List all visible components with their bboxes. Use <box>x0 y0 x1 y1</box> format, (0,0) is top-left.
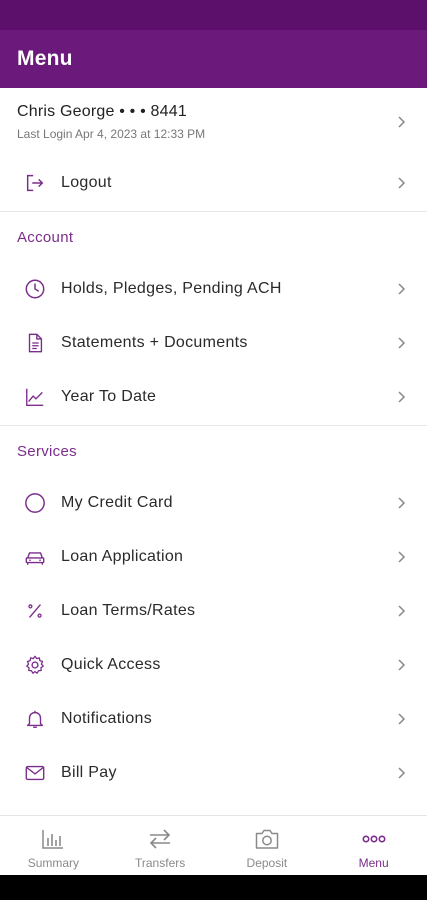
section-title-services: Services <box>17 442 77 460</box>
more-dots-icon <box>362 835 386 843</box>
tab-label: Transfers <box>135 856 186 870</box>
chevron-right-icon <box>395 604 407 618</box>
camera-icon <box>255 829 279 849</box>
menu-item-label: Loan Application <box>61 548 184 565</box>
logout-icon <box>23 171 47 195</box>
chevron-right-icon <box>395 336 407 350</box>
chevron-right-icon <box>395 712 407 726</box>
menu-item-label: My Credit Card <box>61 494 173 511</box>
menu-item-notifications[interactable]: Notifications <box>0 692 427 746</box>
chevron-right-icon <box>395 766 407 780</box>
menu-item-label: Bill Pay <box>61 764 117 781</box>
tab-label: Menu <box>358 856 389 870</box>
menu-item-partial[interactable] <box>0 800 427 815</box>
menu-item-label: Year To Date <box>61 388 157 405</box>
clock-icon <box>23 277 47 301</box>
tab-deposit[interactable]: Deposit <box>214 816 321 875</box>
menu-item-loan-terms[interactable]: Loan Terms/Rates <box>0 584 427 638</box>
menu-item-label: Notifications <box>61 710 153 727</box>
chevron-right-icon <box>395 550 407 564</box>
menu-item-quick-access[interactable]: Quick Access <box>0 638 427 692</box>
menu-item-bill-pay[interactable]: Bill Pay <box>0 746 427 800</box>
page-title: Menu <box>17 47 73 70</box>
transfer-arrows-icon <box>149 829 171 849</box>
tab-transfers[interactable]: Transfers <box>107 816 214 875</box>
circle-icon <box>23 491 47 515</box>
chevron-right-icon <box>395 176 407 190</box>
bottom-tab-bar: Summary Transfers Deposit Menu <box>0 815 427 875</box>
document-icon <box>23 331 47 355</box>
bell-icon <box>23 707 47 731</box>
app-header: Menu <box>0 30 427 88</box>
bar-chart-icon <box>42 830 64 849</box>
menu-item-label: Loan Terms/Rates <box>61 602 196 619</box>
menu-item-loan-application[interactable]: Loan Application <box>0 530 427 584</box>
menu-content[interactable]: Chris George • • • 8441 Last Login Apr 4… <box>0 88 427 815</box>
logout-label: Logout <box>61 174 112 191</box>
gear-icon <box>23 653 47 677</box>
car-icon <box>23 545 47 569</box>
tab-label: Deposit <box>246 856 288 870</box>
user-name: Chris George • • • 8441 <box>17 103 187 120</box>
menu-item-label: Holds, Pledges, Pending ACH <box>61 280 282 297</box>
system-nav-bar <box>0 875 427 900</box>
tab-label: Summary <box>27 856 80 870</box>
menu-item-label: Quick Access <box>61 656 161 673</box>
tab-menu[interactable]: Menu <box>320 816 427 875</box>
status-bar <box>0 0 427 30</box>
menu-item-credit-card[interactable]: My Credit Card <box>0 476 427 530</box>
menu-item-holds[interactable]: Holds, Pledges, Pending ACH <box>0 262 427 316</box>
chevron-right-icon <box>395 115 407 129</box>
chevron-right-icon <box>395 390 407 404</box>
menu-item-year-to-date[interactable]: Year To Date <box>0 370 427 424</box>
mail-icon <box>23 761 47 785</box>
logout-button[interactable]: Logout <box>0 156 427 210</box>
menu-item-label: Statements + Documents <box>61 334 248 351</box>
chevron-right-icon <box>395 496 407 510</box>
section-title-account: Account <box>17 228 74 246</box>
tab-summary[interactable]: Summary <box>0 816 107 875</box>
user-account-row[interactable]: Chris George • • • 8441 Last Login Apr 4… <box>0 88 427 156</box>
chevron-right-icon <box>395 282 407 296</box>
last-login-text: Last Login Apr 4, 2023 at 12:33 PM <box>17 127 206 141</box>
line-chart-icon <box>23 385 47 409</box>
menu-item-statements[interactable]: Statements + Documents <box>0 316 427 370</box>
chevron-right-icon <box>395 658 407 672</box>
percent-icon <box>23 599 47 623</box>
